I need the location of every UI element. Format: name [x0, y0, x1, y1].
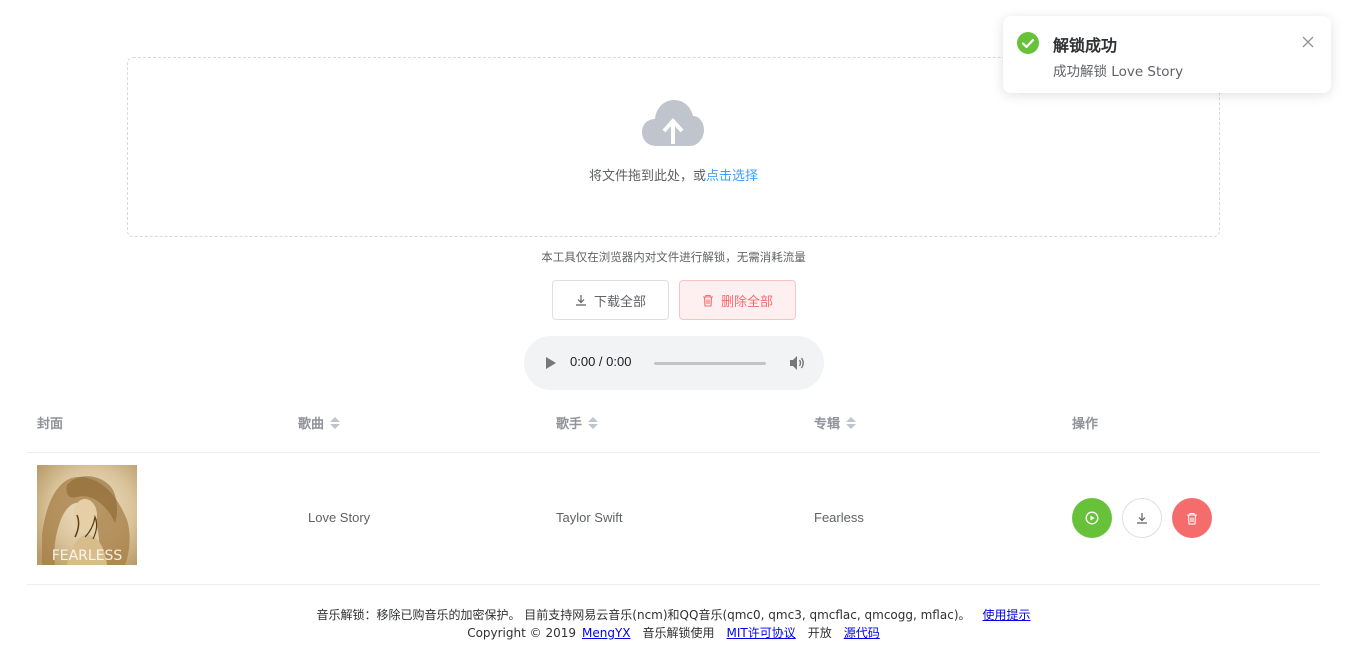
sort-icon[interactable] [846, 416, 857, 430]
album-cover-image: FEARLESS [37, 465, 137, 565]
audio-time: 0:00 / 0:00 [570, 354, 632, 369]
close-icon[interactable] [1301, 35, 1315, 49]
column-header-actions-label: 操作 [1072, 417, 1099, 432]
artist-cell: Taylor Swift [556, 510, 623, 525]
column-header-album-label: 专辑 [814, 417, 841, 432]
footer-description-text: 音乐解锁：移除已购音乐的加密保护。 目前支持网易云音乐(ncm)和QQ音乐(qm… [316, 608, 971, 622]
source-code-link[interactable]: 源代码 [844, 626, 880, 640]
sort-icon[interactable] [330, 416, 341, 430]
cloud-upload-icon [642, 100, 704, 146]
success-notification: 解锁成功 成功解锁 Love Story [1003, 16, 1331, 93]
song-cell: Love Story [308, 510, 371, 525]
column-header-actions: 操作 [1072, 413, 1098, 432]
download-all-label: 下载全部 [593, 294, 646, 310]
table-row-divider [27, 584, 1320, 585]
table-header-divider [27, 452, 1320, 453]
privacy-tip: 本工具仅在浏览器内对文件进行解锁，无需消耗流量 [541, 250, 806, 264]
delete-all-label: 删除全部 [720, 294, 773, 310]
license-link[interactable]: MIT许可协议 [727, 626, 796, 640]
column-header-artist-label: 歌手 [556, 417, 583, 432]
volume-icon[interactable] [788, 354, 806, 372]
column-header-artist[interactable]: 歌手 [556, 413, 599, 432]
column-header-album[interactable]: 专辑 [814, 413, 857, 432]
click-select-link[interactable]: 点击选择 [706, 169, 758, 184]
uses-text: 音乐解锁使用 [642, 626, 715, 640]
notification-message: 成功解锁 Love Story [1053, 64, 1184, 80]
download-icon [1137, 513, 1147, 524]
play-button[interactable] [1072, 498, 1112, 538]
footer-description: 音乐解锁：移除已购音乐的加密保护。 目前支持网易云音乐(ncm)和QQ音乐(qm… [0, 606, 1347, 623]
download-icon [575, 295, 586, 306]
delete-all-button[interactable]: 删除全部 [679, 280, 796, 320]
column-header-cover: 封面 [37, 413, 63, 432]
album-cell: Fearless [814, 510, 864, 525]
audio-player: 0:00 / 0:00 [524, 336, 824, 390]
upload-drag-text: 将文件拖到此处，或 [588, 169, 706, 184]
author-link[interactable]: MengYX [582, 626, 631, 640]
success-check-icon [1017, 32, 1039, 54]
download-button[interactable] [1122, 498, 1162, 538]
open-text: 开放 [807, 626, 832, 640]
column-header-song-label: 歌曲 [298, 417, 325, 432]
album-cover-text: FEARLESS [52, 548, 123, 564]
column-header-cover-label: 封面 [37, 417, 64, 432]
upload-instruction: 将文件拖到此处，或点击选择 [0, 165, 1347, 184]
trash-icon [1187, 512, 1197, 525]
album-cover: FEARLESS [37, 465, 137, 565]
audio-progress-bar[interactable] [654, 362, 766, 365]
delete-button[interactable] [1172, 498, 1212, 538]
play-circle-icon [1085, 511, 1099, 525]
notification-title: 解锁成功 [1053, 36, 1118, 55]
column-header-song[interactable]: 歌曲 [298, 413, 341, 432]
footer-copyright: Copyright © 2019 MengYX 音乐解锁使用 MIT许可协议 开放 源代码 [0, 624, 1347, 641]
help-link[interactable]: 使用提示 [983, 608, 1031, 622]
download-all-button[interactable]: 下载全部 [552, 280, 669, 320]
copyright-text: Copyright © 2019 [467, 626, 576, 640]
play-icon[interactable] [544, 355, 558, 371]
trash-icon [702, 294, 713, 307]
sort-icon[interactable] [588, 416, 599, 430]
